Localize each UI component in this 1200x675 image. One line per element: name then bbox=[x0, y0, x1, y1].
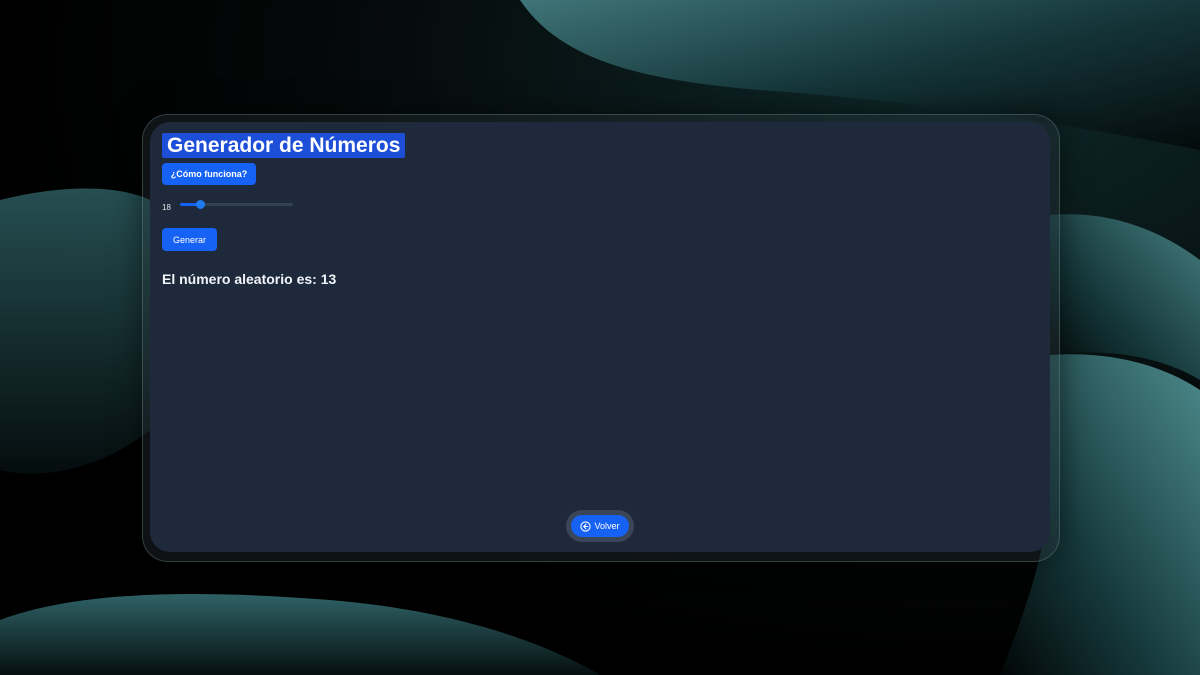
back-button-label: Volver bbox=[594, 521, 620, 531]
slider-thumb[interactable] bbox=[196, 200, 205, 209]
arrow-left-circle-icon bbox=[580, 520, 592, 532]
slider-value-label: 18 bbox=[162, 203, 171, 212]
app-window: Generador de Números ¿Cómo funciona? 18 … bbox=[150, 122, 1050, 552]
back-button[interactable]: Volver bbox=[571, 515, 629, 537]
generate-button[interactable]: Generar bbox=[162, 228, 217, 251]
page-title: Generador de Números bbox=[162, 133, 406, 158]
how-it-works-button[interactable]: ¿Cómo funciona? bbox=[162, 163, 256, 185]
range-slider[interactable] bbox=[180, 200, 293, 209]
result-text: El número aleatorio es: 13 bbox=[162, 271, 337, 287]
